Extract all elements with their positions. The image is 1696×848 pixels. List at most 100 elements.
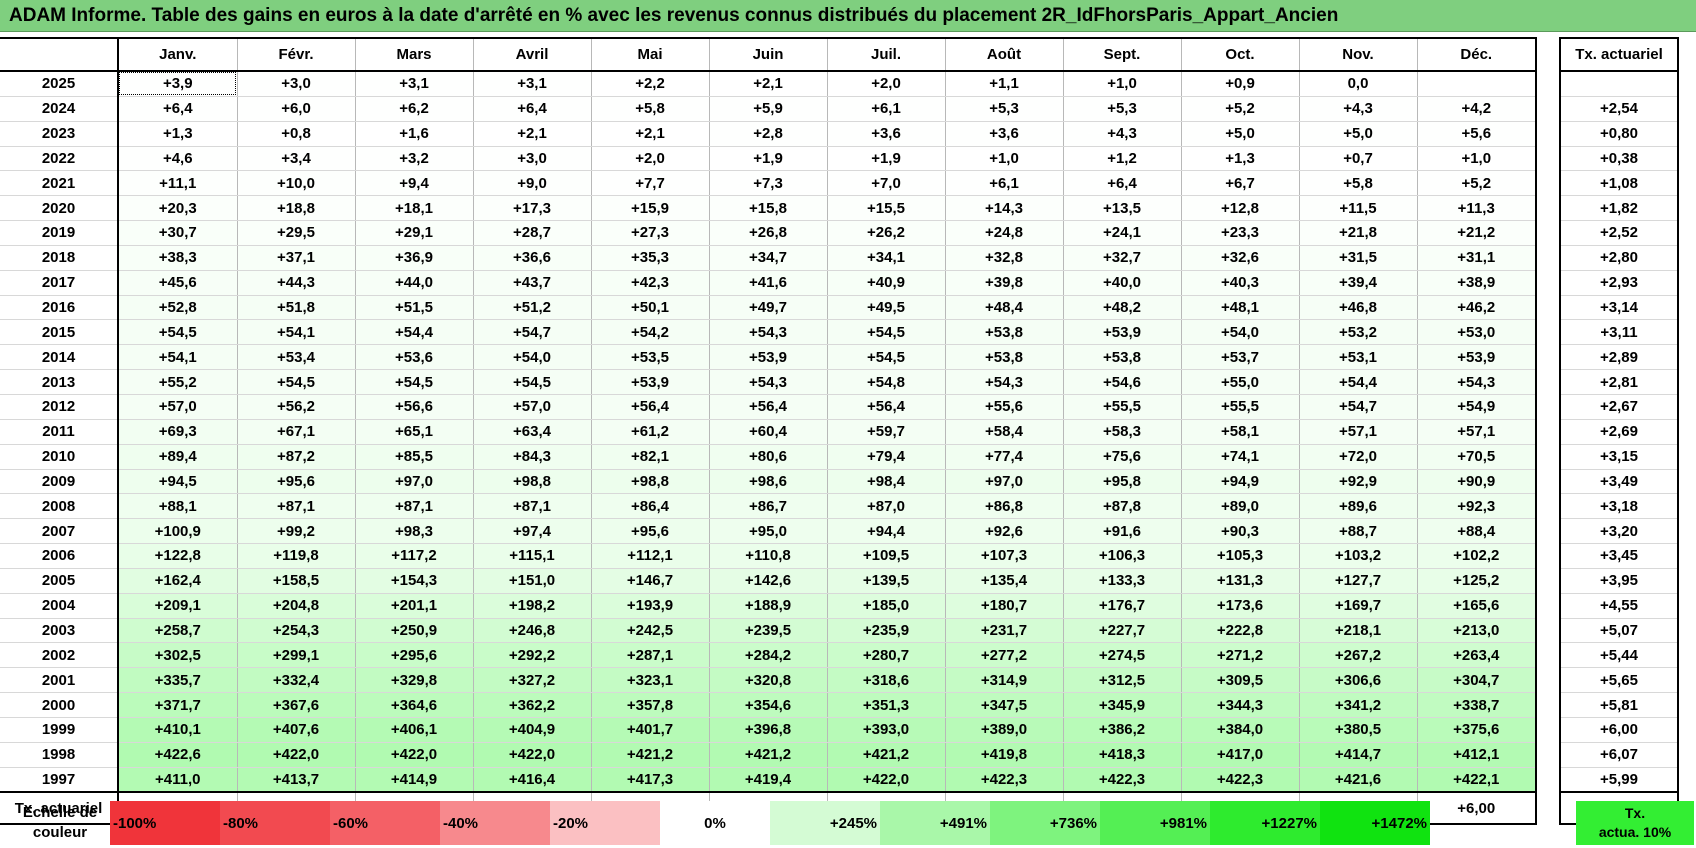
gain-cell: +380,5 (1298, 717, 1417, 743)
gain-cell: +242,5 (590, 618, 709, 644)
year-label: 1999 (0, 717, 118, 743)
gain-cell: +46,2 (1416, 295, 1537, 321)
tx-actua-line2: actua. 10% (1598, 824, 1672, 840)
gain-cell: +10,0 (236, 170, 355, 197)
gain-cell: +53,2 (1298, 319, 1417, 346)
year-label: 2006 (0, 543, 118, 569)
gain-cell: +414,9 (354, 767, 473, 793)
gain-cell: +94,9 (1180, 469, 1299, 495)
column-gap (1536, 270, 1560, 296)
gain-cell: +92,6 (944, 518, 1063, 545)
gain-cell: +39,4 (1298, 270, 1417, 296)
gain-cell: +88,7 (1298, 518, 1417, 545)
footer-tx-cell: +6,00 (1416, 791, 1537, 826)
gain-cell: +112,1 (590, 543, 709, 569)
gain-cell: +6,1 (826, 96, 945, 122)
tx-actuariel-cell: +2,67 (1559, 394, 1679, 420)
tx-actuariel-cell: +5,81 (1559, 692, 1679, 718)
year-label: 2015 (0, 319, 118, 346)
gain-cell: +97,0 (354, 469, 473, 495)
tx-actuariel-cell: +3,20 (1559, 518, 1679, 545)
year-label: 2016 (0, 295, 118, 321)
color-scale-label: Echelle de couleur (0, 803, 120, 843)
gain-cell: +122,8 (117, 543, 237, 569)
page-title: ADAM Informe. Table des gains en euros à… (9, 5, 1339, 26)
table-row: 2019 +30,7 +29,5 +29,1 +28,7 +27,3 +26,8 +26,2 +… (0, 220, 1679, 246)
gain-cell: +0,8 (236, 121, 355, 147)
gain-cell: +86,7 (708, 493, 827, 520)
gain-cell: +267,2 (1298, 642, 1417, 669)
gain-cell: +151,0 (472, 568, 591, 594)
table-row: 2008 +88,1 +87,1 +87,1 +87,1 +86,4 +86,7 +87,0 +… (0, 493, 1679, 520)
gain-cell: +98,3 (354, 518, 473, 545)
tx-actuariel-cell: +2,54 (1559, 96, 1679, 122)
gain-cell: +38,9 (1416, 270, 1537, 296)
year-label: 2024 (0, 96, 118, 122)
gain-cell: +344,3 (1180, 692, 1299, 718)
gain-cell: +419,8 (944, 742, 1063, 768)
gain-cell: +89,6 (1298, 493, 1417, 520)
scale-swatch: 0% (660, 801, 770, 845)
gain-cell: +421,2 (708, 742, 827, 768)
month-header: Mai (590, 37, 709, 72)
tx-actuariel-cell: +5,99 (1559, 767, 1679, 793)
gain-cell: +351,3 (826, 692, 945, 718)
gain-cell: +3,1 (354, 71, 473, 97)
tx-actuariel-cell: +3,45 (1559, 543, 1679, 569)
gain-cell: +3,1 (472, 71, 591, 97)
gain-cell: +31,5 (1298, 245, 1417, 271)
gain-cell: +422,3 (944, 767, 1063, 793)
gain-cell: +21,8 (1298, 220, 1417, 246)
gain-cell: +55,2 (117, 369, 237, 395)
month-header: Oct. (1180, 37, 1299, 72)
gain-cell: +422,0 (354, 742, 473, 768)
gain-cell: +5,0 (1298, 121, 1417, 147)
table-row: 2001 +335,7 +332,4 +329,8 +327,2 +323,1 +320,8… (0, 667, 1679, 694)
gain-cell: +125,2 (1416, 568, 1537, 594)
table-row: 2012 +57,0 +56,2 +56,6 +57,0 +56,4 +56,4 +56,4 +… (0, 394, 1679, 420)
gain-cell: +312,5 (1062, 667, 1181, 694)
gain-cell: +6,4 (117, 96, 237, 122)
gain-cell: +1,0 (944, 146, 1063, 172)
gain-cell: +54,4 (354, 319, 473, 346)
gain-cell: +14,3 (944, 195, 1063, 222)
gain-cell: +2,1 (590, 121, 709, 147)
gain-cell: +54,3 (708, 319, 827, 346)
gain-cell: +239,5 (708, 618, 827, 644)
gain-cell: +4,3 (1062, 121, 1181, 147)
gain-cell: +67,1 (236, 419, 355, 445)
gain-cell: +61,2 (590, 419, 709, 445)
year-label: 2023 (0, 121, 118, 147)
gain-cell: +92,3 (1416, 493, 1537, 520)
gain-cell: +56,6 (354, 394, 473, 420)
column-gap (1536, 543, 1560, 569)
gain-cell: +404,9 (472, 717, 591, 743)
gain-cell: +74,1 (1180, 444, 1299, 470)
gain-cell: +318,6 (826, 667, 945, 694)
gain-cell: +6,1 (944, 170, 1063, 197)
gain-cell: +204,8 (236, 593, 355, 619)
table-row: 2002 +302,5 +299,1 +295,6 +292,2 +287,1 +284,2… (0, 642, 1679, 669)
gain-cell: +357,8 (590, 692, 709, 718)
year-label: 2022 (0, 146, 118, 172)
gain-cell: +306,6 (1298, 667, 1417, 694)
year-label: 1998 (0, 742, 118, 768)
gain-cell: +54,5 (826, 319, 945, 346)
table-row: 2009 +94,5 +95,6 +97,0 +98,8 +98,8 +98,6 +98,4 +… (0, 469, 1679, 495)
gain-cell: +1,9 (708, 146, 827, 172)
table-row: 2017 +45,6 +44,3 +44,0 +43,7 +42,3 +41,6 +40,9 +… (0, 270, 1679, 296)
gain-cell: +90,9 (1416, 469, 1537, 495)
gain-cell: +1,6 (354, 121, 473, 147)
gain-cell: +48,2 (1062, 295, 1181, 321)
tx-actuariel-cell: +3,11 (1559, 319, 1679, 346)
gain-cell: +32,7 (1062, 245, 1181, 271)
gain-cell: +43,7 (472, 270, 591, 296)
gain-cell: +18,8 (236, 195, 355, 222)
gain-cell: +327,2 (472, 667, 591, 694)
gain-cell: +227,7 (1062, 618, 1181, 644)
gain-cell: +209,1 (117, 593, 237, 619)
gain-cell: +54,5 (826, 344, 945, 371)
gain-cell: +53,9 (1062, 319, 1181, 346)
gain-cell: +169,7 (1298, 593, 1417, 619)
gain-cell: +98,8 (590, 469, 709, 495)
